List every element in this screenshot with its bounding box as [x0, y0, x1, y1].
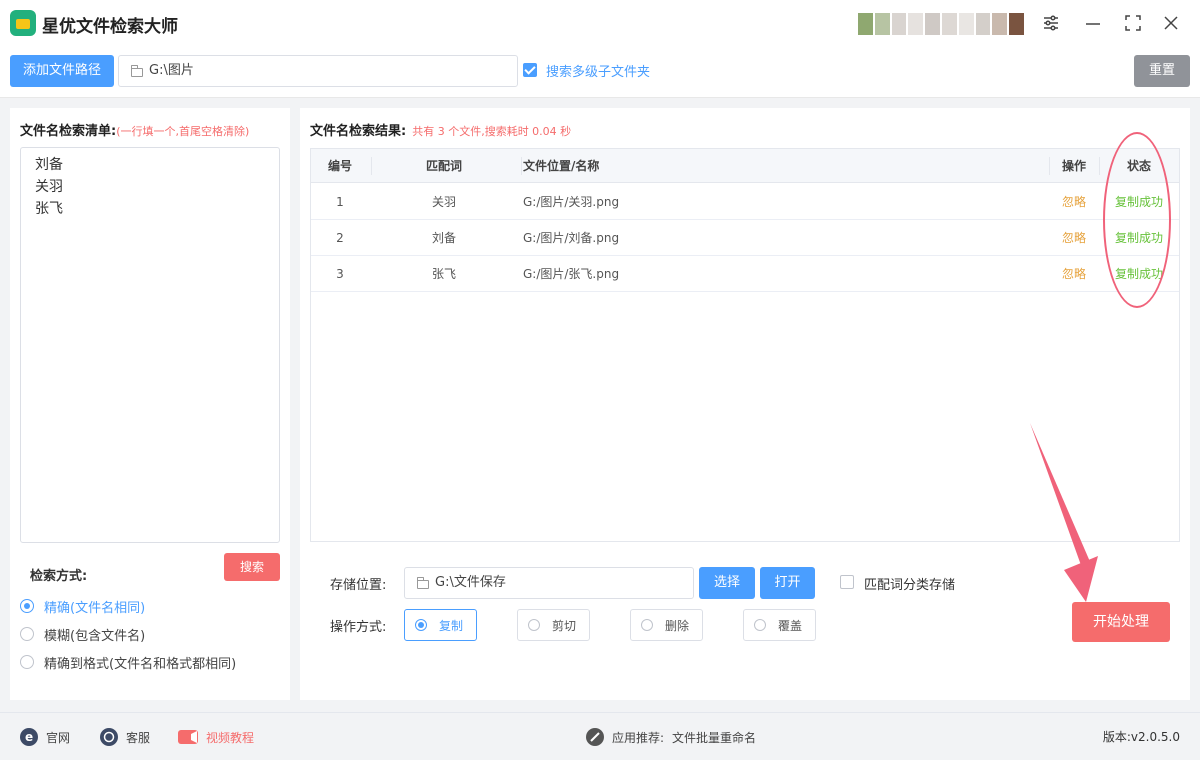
- col-op: 操作: [1061, 159, 1086, 173]
- reset-button[interactable]: 重置: [1134, 55, 1190, 87]
- app-title: 星优文件检索大师: [42, 17, 178, 37]
- row-op: 忽略: [1049, 220, 1099, 255]
- video-tutorial-link[interactable]: 视频教程: [178, 727, 254, 747]
- storage-input[interactable]: G:\文件保存: [404, 567, 694, 599]
- ignore-link[interactable]: 忽略: [1062, 193, 1086, 210]
- wallet-icon: [10, 10, 36, 36]
- results-panel: 文件名检索结果: 共有 3 个文件,搜索耗时 0.04 秒 编号 匹配词 文件位置…: [300, 108, 1190, 700]
- annotation-ellipse: [1103, 132, 1171, 308]
- ignore-link[interactable]: 忽略: [1062, 229, 1086, 246]
- folder-icon: [416, 577, 429, 589]
- col-no: 编号: [327, 159, 352, 173]
- recommend-app[interactable]: 应用推荐: 文件批量重命名: [586, 727, 756, 747]
- name-line: 刘备: [35, 157, 63, 173]
- classify-checkbox[interactable]: [840, 575, 854, 589]
- search-list-panel: 文件名检索清单:(一行填一个,首尾空格清除) 刘备 关羽 张飞 检索方式: 搜索…: [10, 108, 290, 700]
- title-bar: 星优文件检索大师: [0, 0, 1200, 46]
- search-mode-label: 检索方式:: [30, 569, 88, 584]
- link-icon: [586, 728, 604, 746]
- footer: e 官网 客服 视频教程 应用推荐: 文件批量重命名 版本:v2.0.5.0: [0, 712, 1200, 760]
- search-list-hint: (一行填一个,首尾空格清除): [116, 125, 250, 138]
- path-value: G:\图片: [149, 63, 194, 78]
- fullscreen-icon[interactable]: [1122, 12, 1144, 34]
- support-link[interactable]: 客服: [100, 727, 150, 747]
- row-no: 3: [336, 266, 344, 281]
- radio-icon: [528, 619, 540, 631]
- row-no: 1: [336, 194, 344, 209]
- website-link[interactable]: e 官网: [20, 727, 70, 747]
- path-input[interactable]: G:\图片: [118, 55, 518, 87]
- radio-icon: [641, 619, 653, 631]
- operation-label: 操作方式:: [330, 620, 387, 635]
- video-camera-icon: [178, 730, 198, 744]
- sliders-icon[interactable]: [1040, 12, 1062, 34]
- name-line: 张飞: [35, 201, 63, 217]
- row-word: 张飞: [431, 267, 456, 281]
- mode-exact-format-radio[interactable]: 精确到格式(文件名和格式都相同): [20, 652, 236, 672]
- toolbar: 添加文件路径 G:\图片 搜索多级子文件夹 重置: [0, 46, 1200, 98]
- op-copy-radio[interactable]: 复制: [404, 609, 477, 641]
- table-row[interactable]: 2 刘备 G:/图片/刘备.png 忽略 复制成功: [311, 220, 1179, 256]
- row-path: G:/图片/刘备.png: [523, 231, 620, 245]
- minimize-icon[interactable]: [1082, 12, 1104, 34]
- open-folder-button[interactable]: 打开: [760, 567, 815, 599]
- classify-label[interactable]: 匹配词分类存储: [864, 574, 955, 593]
- row-word: 关羽: [431, 195, 456, 209]
- annotation-arrow: [1030, 423, 1098, 602]
- radio-icon: [20, 627, 34, 641]
- row-path: G:/图片/张飞.png: [523, 267, 620, 281]
- search-list-title: 文件名检索清单:(一行填一个,首尾空格清除): [20, 124, 250, 139]
- chat-icon: [100, 728, 118, 746]
- row-no: 2: [336, 230, 344, 245]
- subfolders-checkbox[interactable]: [523, 63, 537, 77]
- table-header: 编号 匹配词 文件位置/名称 操作 状态: [311, 149, 1179, 183]
- op-overwrite-radio[interactable]: 覆盖: [743, 609, 816, 641]
- radio-icon: [415, 619, 427, 631]
- col-path: 文件位置/名称: [523, 159, 600, 173]
- ie-icon: e: [20, 728, 38, 746]
- folder-icon: [130, 65, 143, 77]
- op-delete-radio[interactable]: 删除: [630, 609, 703, 641]
- row-op: 忽略: [1049, 256, 1099, 291]
- storage-label: 存储位置:: [330, 578, 387, 593]
- svg-text:e: e: [25, 730, 33, 744]
- row-word: 刘备: [431, 231, 456, 245]
- storage-value: G:\文件保存: [435, 575, 506, 590]
- results-summary: 共有 3 个文件,搜索耗时 0.04 秒: [412, 125, 572, 138]
- op-cut-radio[interactable]: 剪切: [517, 609, 590, 641]
- col-word: 匹配词: [425, 159, 462, 173]
- choose-folder-button[interactable]: 选择: [699, 567, 755, 599]
- table-row[interactable]: 1 关羽 G:/图片/关羽.png 忽略 复制成功: [311, 184, 1179, 220]
- table-row[interactable]: 3 张飞 G:/图片/张飞.png 忽略 复制成功: [311, 256, 1179, 292]
- subfolders-label[interactable]: 搜索多级子文件夹: [546, 61, 650, 80]
- row-op: 忽略: [1049, 184, 1099, 219]
- ignore-link[interactable]: 忽略: [1062, 265, 1086, 282]
- names-textarea[interactable]: 刘备 关羽 张飞: [20, 147, 280, 543]
- close-icon[interactable]: [1160, 12, 1182, 34]
- results-title: 文件名检索结果: 共有 3 个文件,搜索耗时 0.04 秒: [310, 124, 572, 139]
- row-path: G:/图片/关羽.png: [523, 195, 620, 209]
- user-avatar-pixelated[interactable]: [858, 13, 1024, 35]
- search-button[interactable]: 搜索: [224, 553, 280, 581]
- add-path-button[interactable]: 添加文件路径: [10, 55, 114, 87]
- name-line: 关羽: [35, 179, 63, 195]
- version-label: 版本:v2.0.5.0: [1102, 730, 1180, 744]
- radio-icon: [754, 619, 766, 631]
- radio-icon: [20, 599, 34, 613]
- radio-icon: [20, 655, 34, 669]
- mode-exact-radio[interactable]: 精确(文件名相同): [20, 596, 145, 616]
- mode-fuzzy-radio[interactable]: 模糊(包含文件名): [20, 624, 145, 644]
